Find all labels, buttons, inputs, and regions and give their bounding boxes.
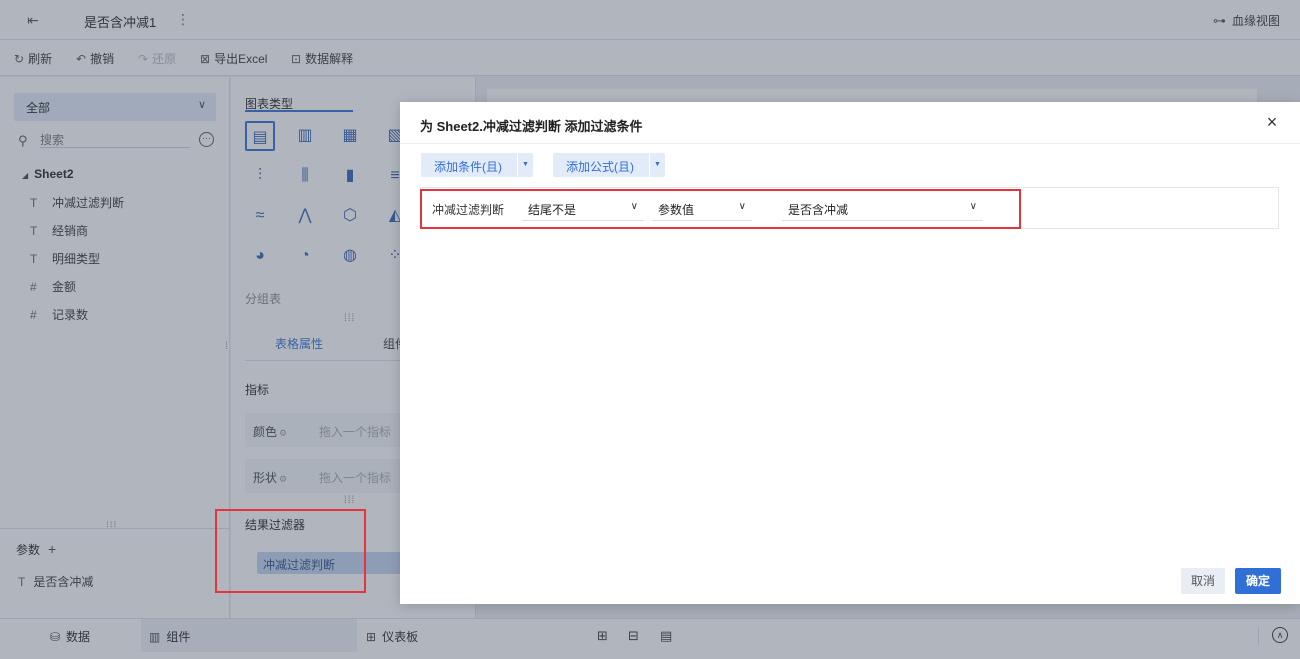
caret-down-icon[interactable]: ▼ [649,153,665,177]
dialog-header: 为 Sheet2.冲减过滤判断 添加过滤条件 × [400,102,1300,144]
add-condition-label: 添加条件(且) [434,160,502,174]
close-icon[interactable]: × [1262,112,1282,132]
highlight-condition-row [420,189,1021,229]
add-formula-label: 添加公式(且) [566,160,634,174]
ok-button[interactable]: 确定 [1235,568,1281,594]
add-formula-button[interactable]: 添加公式(且) ▼ [553,153,665,177]
cancel-button[interactable]: 取消 [1181,568,1225,594]
add-condition-button[interactable]: 添加条件(且) ▼ [421,153,533,177]
filter-condition-dialog: 为 Sheet2.冲减过滤判断 添加过滤条件 × 添加条件(且) ▼ 添加公式(… [400,102,1300,604]
dialog-title: 为 Sheet2.冲减过滤判断 添加过滤条件 [420,119,643,134]
caret-down-icon[interactable]: ▼ [517,153,533,177]
highlight-result-filter [215,509,366,593]
